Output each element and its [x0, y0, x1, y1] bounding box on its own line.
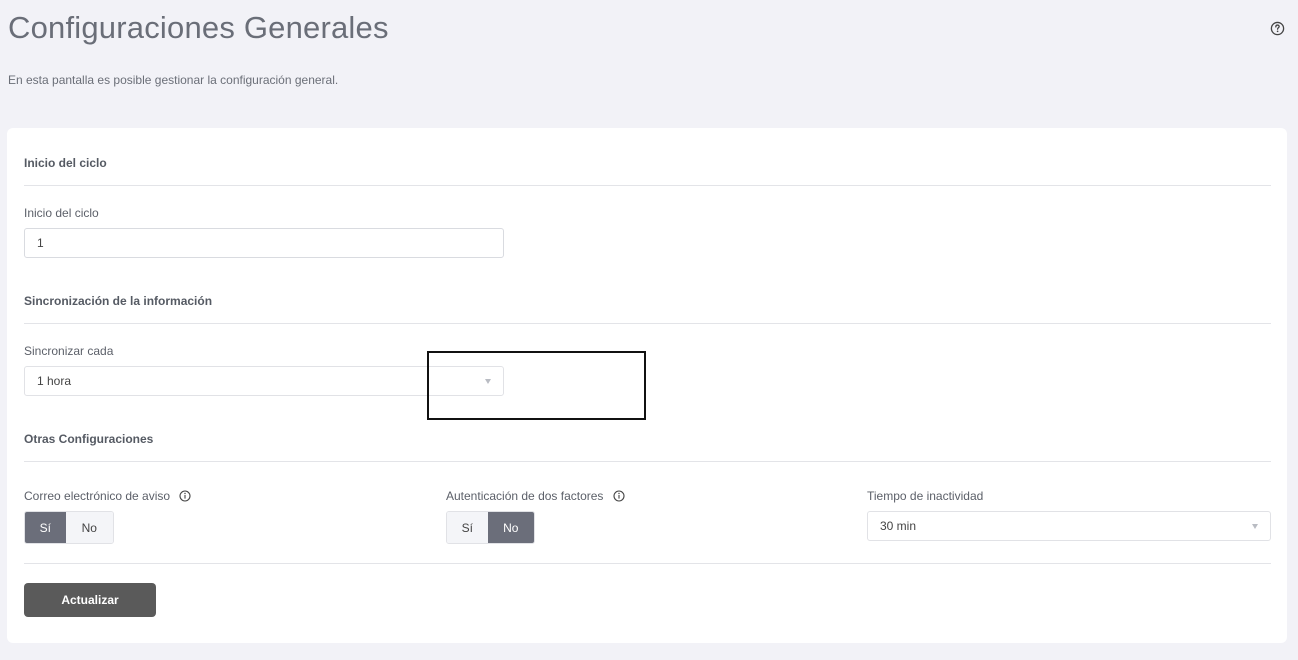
settings-card: Inicio del ciclo Inicio del ciclo Sincro…: [7, 128, 1287, 643]
two-factor-toggle: Sí No: [446, 511, 535, 544]
two-factor-label: Autenticación de dos factores: [446, 489, 625, 503]
cycle-start-label: Inicio del ciclo: [24, 206, 99, 220]
divider: [24, 461, 1271, 462]
inactivity-select[interactable]: 30 min: [867, 511, 1271, 541]
inactivity-label: Tiempo de inactividad: [867, 489, 984, 503]
two-factor-yes-option[interactable]: Sí: [447, 512, 488, 543]
section-title-other: Otras Configuraciones: [24, 432, 154, 446]
email-notice-yes-option[interactable]: Sí: [25, 512, 66, 543]
question-circle-icon[interactable]: [1270, 21, 1285, 36]
page-description: En esta pantalla es posible gestionar la…: [8, 73, 339, 87]
info-icon[interactable]: [613, 490, 625, 502]
email-notice-toggle: Sí No: [24, 511, 114, 544]
two-factor-label-text: Autenticación de dos factores: [446, 489, 604, 503]
highlight-box: [427, 351, 646, 420]
divider: [24, 323, 1271, 324]
sync-interval-label: Sincronizar cada: [24, 344, 114, 358]
divider: [24, 185, 1271, 186]
cycle-start-input[interactable]: [24, 228, 504, 258]
inactivity-value: 30 min: [880, 519, 917, 533]
info-icon[interactable]: [179, 490, 191, 502]
two-factor-no-option[interactable]: No: [487, 512, 534, 543]
page-title: Configuraciones Generales: [8, 10, 389, 45]
sync-interval-value: 1 hora: [37, 374, 72, 388]
section-title-sync: Sincronización de la información: [24, 294, 213, 308]
email-notice-label: Correo electrónico de aviso: [24, 489, 191, 503]
update-button[interactable]: Actualizar: [24, 583, 156, 617]
section-title-cycle: Inicio del ciclo: [24, 156, 107, 170]
email-notice-no-option[interactable]: No: [65, 512, 113, 543]
email-notice-label-text: Correo electrónico de aviso: [24, 489, 171, 503]
chevron-down-icon: [1252, 523, 1258, 529]
divider: [24, 563, 1271, 564]
